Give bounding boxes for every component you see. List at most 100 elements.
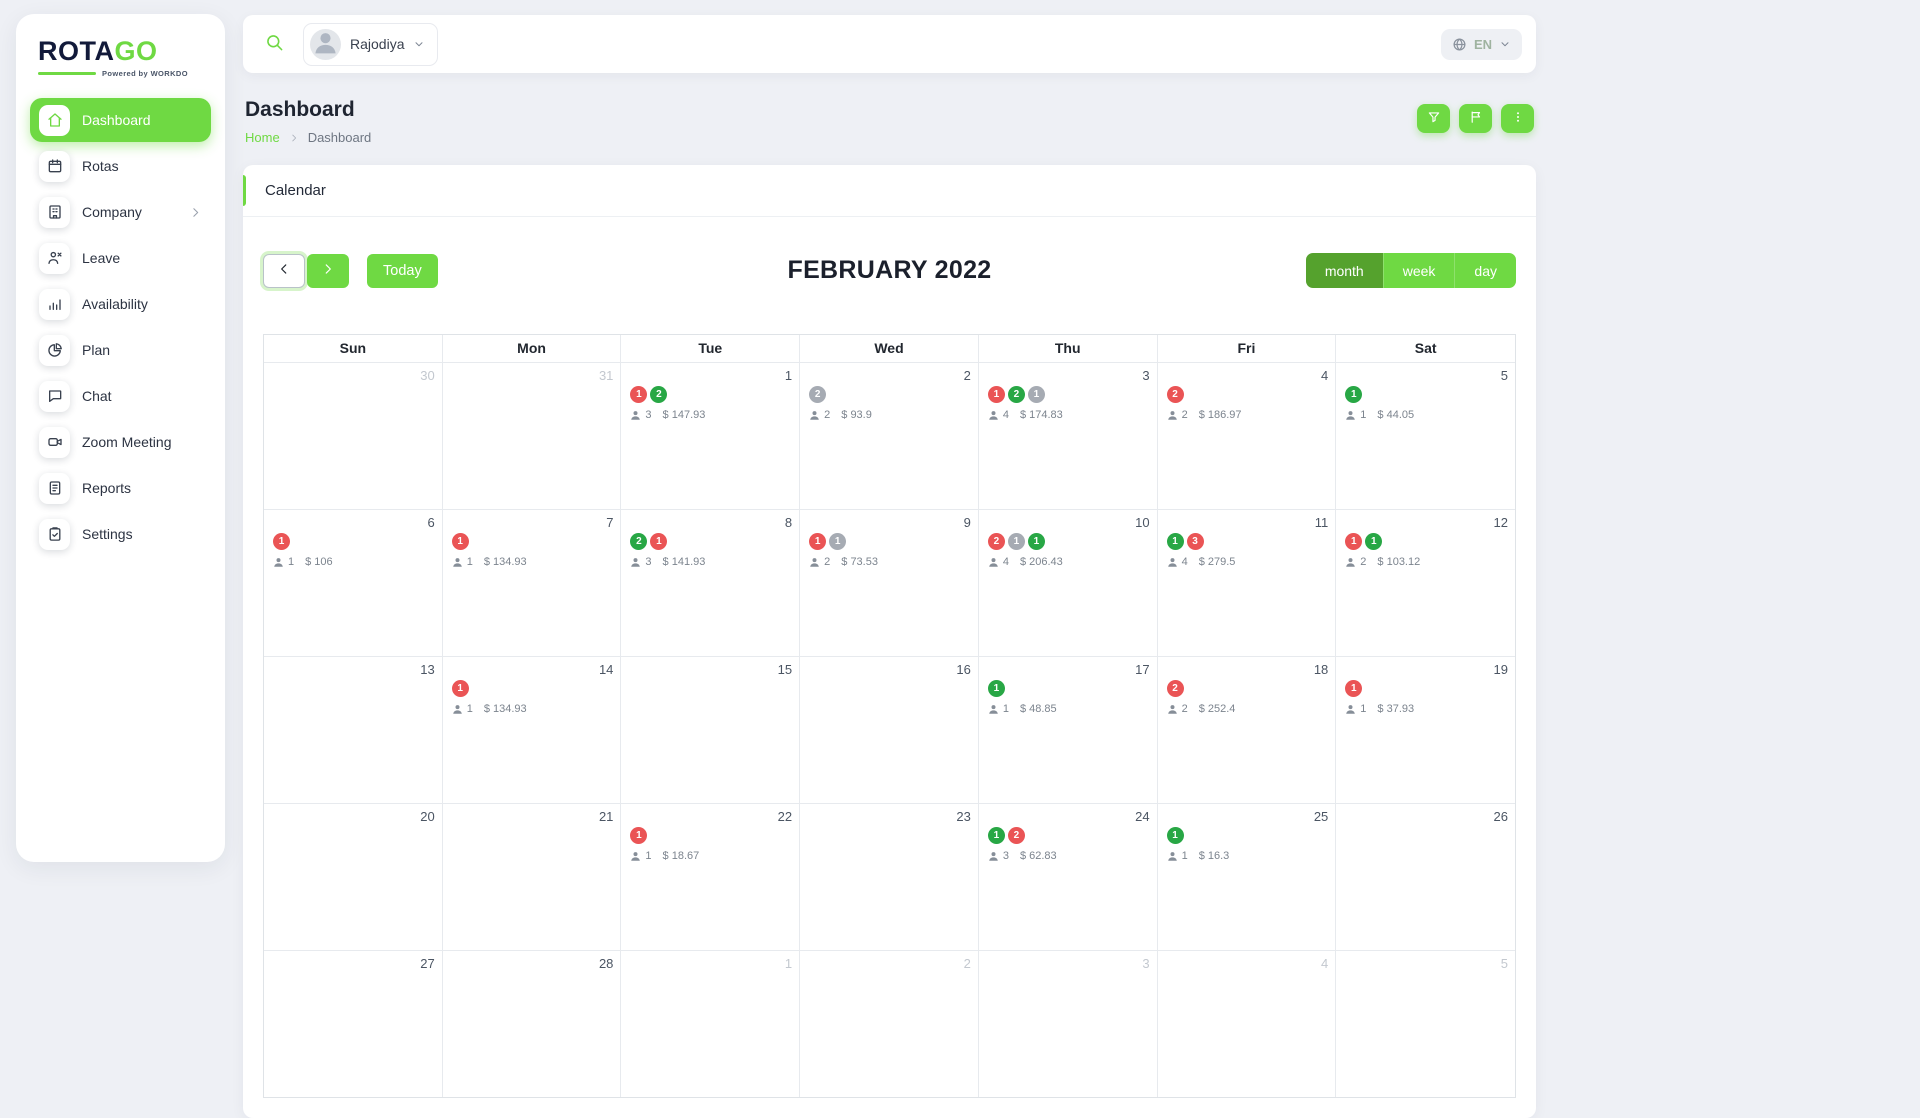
view-month-button[interactable]: month: [1306, 253, 1383, 288]
sidebar-item-label: Zoom Meeting: [82, 434, 171, 450]
event-badge-gray[interactable]: 1: [1008, 533, 1025, 550]
calendar-day-cell[interactable]: 1: [621, 950, 800, 1097]
calendar-day-cell[interactable]: 1123$ 147.93: [621, 362, 800, 509]
calendar-day-cell[interactable]: 2211$ 18.67: [621, 803, 800, 950]
event-badge-red[interactable]: 1: [273, 533, 290, 550]
calendar-day-cell[interactable]: 13: [264, 656, 443, 803]
calendar-day-cell[interactable]: 30: [264, 362, 443, 509]
prev-month-button[interactable]: [263, 254, 305, 288]
event-badge-red[interactable]: 1: [1345, 680, 1362, 697]
sidebar-item-rotas[interactable]: Rotas: [30, 144, 211, 188]
calendar-day-cell[interactable]: 28: [443, 950, 622, 1097]
event-badge-green[interactable]: 1: [1345, 386, 1362, 403]
event-badge-red[interactable]: 2: [988, 533, 1005, 550]
day-number: 12: [1343, 515, 1508, 530]
event-badge-green[interactable]: 2: [1008, 386, 1025, 403]
calendar-day-cell[interactable]: 511$ 44.05: [1336, 362, 1515, 509]
event-badge-gray[interactable]: 2: [809, 386, 826, 403]
event-badge-green[interactable]: 2: [630, 533, 647, 550]
sidebar-item-availability[interactable]: Availability: [30, 282, 211, 326]
calendar-day-cell[interactable]: 1822$ 252.4: [1158, 656, 1337, 803]
event-badge-red[interactable]: 1: [1345, 533, 1362, 550]
event-badge-red[interactable]: 1: [452, 680, 469, 697]
event-badge-green[interactable]: 1: [1167, 827, 1184, 844]
sidebar-item-settings[interactable]: Settings: [30, 512, 211, 556]
calendar-day-cell[interactable]: 16: [800, 656, 979, 803]
calendar-day-cell[interactable]: 31214$ 174.83: [979, 362, 1158, 509]
calendar-day-cell[interactable]: 20: [264, 803, 443, 950]
people-count: 1: [467, 703, 473, 715]
calendar-day-cell[interactable]: 26: [1336, 803, 1515, 950]
language-selector[interactable]: EN: [1441, 29, 1522, 60]
filter-button[interactable]: [1417, 104, 1450, 133]
calendar-day-cell[interactable]: 3: [979, 950, 1158, 1097]
calendar-day-cell[interactable]: 15: [621, 656, 800, 803]
event-badge-green[interactable]: 1: [1167, 533, 1184, 550]
calendar-day-cell[interactable]: 5: [1336, 950, 1515, 1097]
event-badge-green[interactable]: 1: [1365, 533, 1382, 550]
card-title: Calendar: [265, 182, 326, 199]
sidebar-item-leave[interactable]: Leave: [30, 236, 211, 280]
event-badge-red[interactable]: 2: [1008, 827, 1025, 844]
day-summary: 3$ 62.83: [988, 850, 1150, 862]
person-icon: [988, 410, 999, 421]
calendar-day-cell[interactable]: 2: [800, 950, 979, 1097]
calendar-day-cell[interactable]: 24123$ 62.83: [979, 803, 1158, 950]
leave-icon: [39, 243, 70, 274]
calendar-day-cell[interactable]: 1411$ 134.93: [443, 656, 622, 803]
view-week-button[interactable]: week: [1383, 253, 1455, 288]
event-badge-red[interactable]: 2: [1167, 680, 1184, 697]
calendar-day-cell[interactable]: 11134$ 279.5: [1158, 509, 1337, 656]
calendar-day-cell[interactable]: 23: [800, 803, 979, 950]
calendar-day-cell[interactable]: 31: [443, 362, 622, 509]
today-button[interactable]: Today: [367, 254, 438, 288]
event-badge-red[interactable]: 1: [988, 386, 1005, 403]
calendar-day-cell[interactable]: 711$ 134.93: [443, 509, 622, 656]
calendar-day-cell[interactable]: 2511$ 16.3: [1158, 803, 1337, 950]
event-badge-green[interactable]: 1: [988, 680, 1005, 697]
event-badge-red[interactable]: 1: [650, 533, 667, 550]
people-count: 2: [1182, 409, 1188, 421]
app-logo[interactable]: ROTAGO Powered by WORKDO: [16, 34, 225, 94]
event-badge-green[interactable]: 2: [650, 386, 667, 403]
calendar-day-cell[interactable]: 27: [264, 950, 443, 1097]
calendar-day-cell[interactable]: 8213$ 141.93: [621, 509, 800, 656]
sidebar-item-plan[interactable]: Plan: [30, 328, 211, 372]
event-badge-green[interactable]: 1: [988, 827, 1005, 844]
calendar-day-cell[interactable]: 21: [443, 803, 622, 950]
breadcrumb-home-link[interactable]: Home: [245, 130, 280, 145]
event-badge-red[interactable]: 2: [1167, 386, 1184, 403]
calendar-day-cell[interactable]: 611$ 106: [264, 509, 443, 656]
search-button[interactable]: [257, 27, 291, 61]
sidebar-item-reports[interactable]: Reports: [30, 466, 211, 510]
event-badge-red[interactable]: 1: [630, 386, 647, 403]
user-menu[interactable]: Rajodiya: [303, 23, 438, 66]
calendar-day-cell[interactable]: 222$ 93.9: [800, 362, 979, 509]
sidebar-item-company[interactable]: Company: [30, 190, 211, 234]
calendar-day-cell[interactable]: 9112$ 73.53: [800, 509, 979, 656]
sidebar-item-zoom-meeting[interactable]: Zoom Meeting: [30, 420, 211, 464]
calendar-day-cell[interactable]: 1711$ 48.85: [979, 656, 1158, 803]
sidebar-nav: DashboardRotasCompanyLeaveAvailabilityPl…: [16, 94, 225, 560]
more-options-button[interactable]: [1501, 104, 1534, 133]
calendar-day-cell[interactable]: 1911$ 37.93: [1336, 656, 1515, 803]
calendar-day-cell[interactable]: 12112$ 103.12: [1336, 509, 1515, 656]
calendar-day-cell[interactable]: 4: [1158, 950, 1337, 1097]
event-badge-gray[interactable]: 1: [1028, 386, 1045, 403]
event-badge-green[interactable]: 1: [1028, 533, 1045, 550]
people-count: 2: [1360, 556, 1366, 568]
sidebar-item-chat[interactable]: Chat: [30, 374, 211, 418]
view-day-button[interactable]: day: [1454, 253, 1516, 288]
flag-button[interactable]: [1459, 104, 1492, 133]
chevron-down-icon: [1499, 38, 1511, 50]
calendar-day-cell[interactable]: 102114$ 206.43: [979, 509, 1158, 656]
event-badge-red[interactable]: 1: [809, 533, 826, 550]
event-badges: 211: [988, 533, 1150, 551]
sidebar-item-dashboard[interactable]: Dashboard: [30, 98, 211, 142]
calendar-day-cell[interactable]: 422$ 186.97: [1158, 362, 1337, 509]
event-badge-red[interactable]: 3: [1187, 533, 1204, 550]
event-badge-gray[interactable]: 1: [829, 533, 846, 550]
next-month-button[interactable]: [307, 254, 349, 288]
event-badge-red[interactable]: 1: [452, 533, 469, 550]
event-badge-red[interactable]: 1: [630, 827, 647, 844]
